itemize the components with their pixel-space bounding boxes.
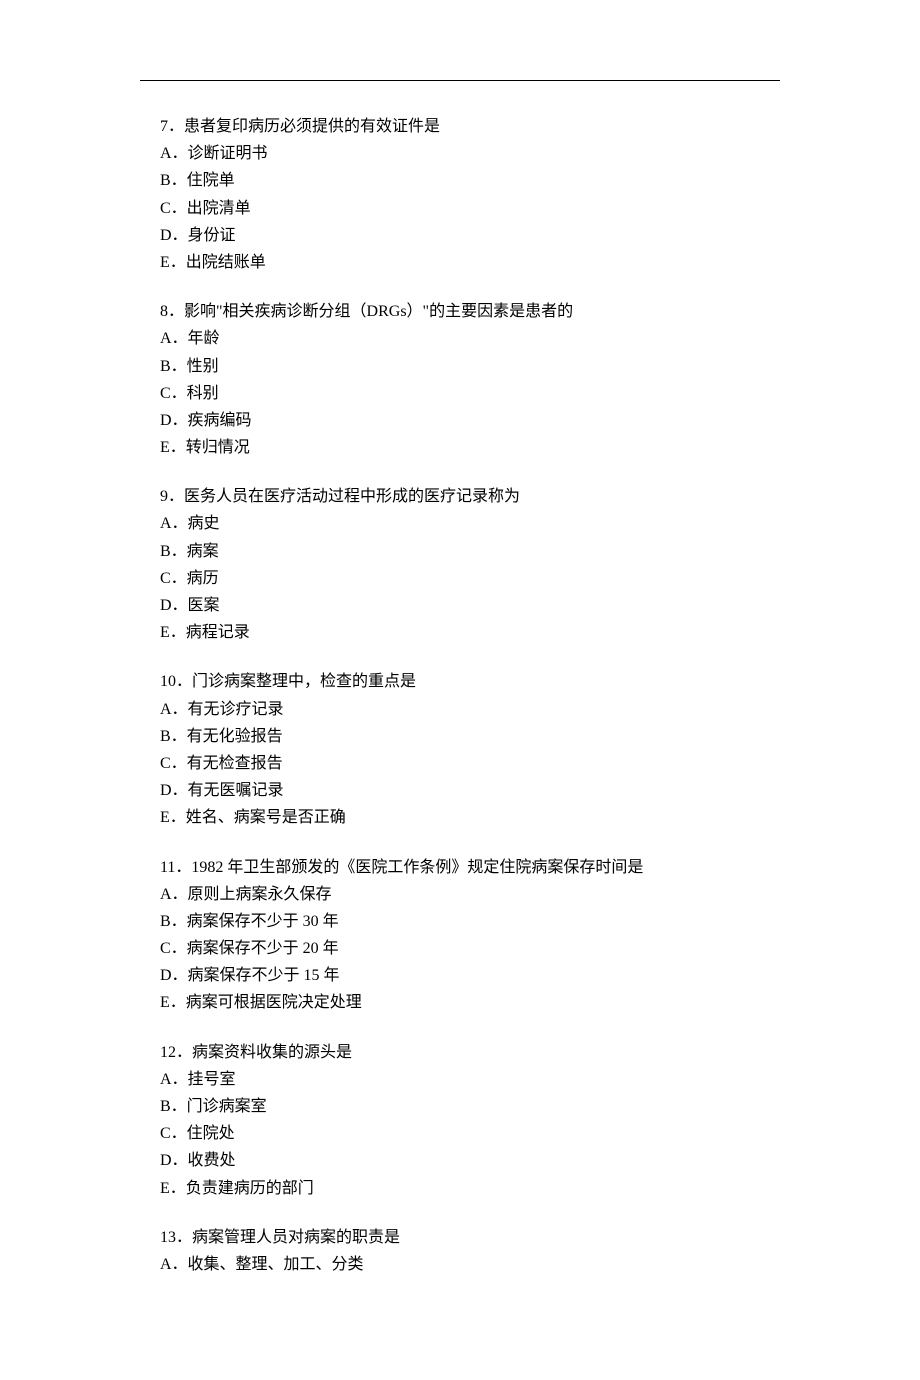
question-option: A．收集、整理、加工、分类 <box>160 1251 760 1278</box>
question-block: 8．影响"相关疾病诊断分组（DRGs）"的主要因素是患者的A．年龄B．性别C．科… <box>160 298 760 461</box>
question-option: A．有无诊疗记录 <box>160 696 760 723</box>
question-option: D．有无医嘱记录 <box>160 777 760 804</box>
question-option: A．原则上病案永久保存 <box>160 881 760 908</box>
question-block: 12．病案资料收集的源头是A．挂号室B．门诊病案室C．住院处D．收费处E．负责建… <box>160 1039 760 1202</box>
question-option: E．病案可根据医院决定处理 <box>160 989 760 1016</box>
question-option: D．医案 <box>160 592 760 619</box>
page-top-rule <box>140 80 780 81</box>
question-block: 11．1982 年卫生部颁发的《医院工作条例》规定住院病案保存时间是A．原则上病… <box>160 854 760 1017</box>
question-stem: 8．影响"相关疾病诊断分组（DRGs）"的主要因素是患者的 <box>160 298 760 325</box>
question-option: C．病历 <box>160 565 760 592</box>
question-stem: 12．病案资料收集的源头是 <box>160 1039 760 1066</box>
questions-container: 7．患者复印病历必须提供的有效证件是A．诊断证明书B．住院单C．出院清单D．身份… <box>160 113 760 1278</box>
question-block: 10．门诊病案整理中，检查的重点是A．有无诊疗记录B．有无化验报告C．有无检查报… <box>160 668 760 831</box>
question-stem: 11．1982 年卫生部颁发的《医院工作条例》规定住院病案保存时间是 <box>160 854 760 881</box>
question-option: A．年龄 <box>160 325 760 352</box>
question-option: B．门诊病案室 <box>160 1093 760 1120</box>
question-option: A．病史 <box>160 510 760 537</box>
question-option: D．疾病编码 <box>160 407 760 434</box>
question-stem: 10．门诊病案整理中，检查的重点是 <box>160 668 760 695</box>
question-option: C．住院处 <box>160 1120 760 1147</box>
question-stem: 9．医务人员在医疗活动过程中形成的医疗记录称为 <box>160 483 760 510</box>
question-option: C．科别 <box>160 380 760 407</box>
question-option: E．负责建病历的部门 <box>160 1175 760 1202</box>
question-option: B．住院单 <box>160 167 760 194</box>
question-option: E．病程记录 <box>160 619 760 646</box>
question-option: B．病案保存不少于 30 年 <box>160 908 760 935</box>
question-block: 7．患者复印病历必须提供的有效证件是A．诊断证明书B．住院单C．出院清单D．身份… <box>160 113 760 276</box>
question-block: 9．医务人员在医疗活动过程中形成的医疗记录称为A．病史B．病案C．病历D．医案E… <box>160 483 760 646</box>
question-option: C．出院清单 <box>160 195 760 222</box>
question-option: C．病案保存不少于 20 年 <box>160 935 760 962</box>
question-option: E．出院结账单 <box>160 249 760 276</box>
question-option: B．有无化验报告 <box>160 723 760 750</box>
question-option: E．姓名、病案号是否正确 <box>160 804 760 831</box>
question-stem: 13．病案管理人员对病案的职责是 <box>160 1224 760 1251</box>
question-option: A．诊断证明书 <box>160 140 760 167</box>
question-option: D．病案保存不少于 15 年 <box>160 962 760 989</box>
question-option: B．性别 <box>160 353 760 380</box>
question-block: 13．病案管理人员对病案的职责是A．收集、整理、加工、分类 <box>160 1224 760 1278</box>
question-option: D．身份证 <box>160 222 760 249</box>
question-option: C．有无检查报告 <box>160 750 760 777</box>
question-option: D．收费处 <box>160 1147 760 1174</box>
question-option: E．转归情况 <box>160 434 760 461</box>
question-option: A．挂号室 <box>160 1066 760 1093</box>
question-stem: 7．患者复印病历必须提供的有效证件是 <box>160 113 760 140</box>
question-option: B．病案 <box>160 538 760 565</box>
